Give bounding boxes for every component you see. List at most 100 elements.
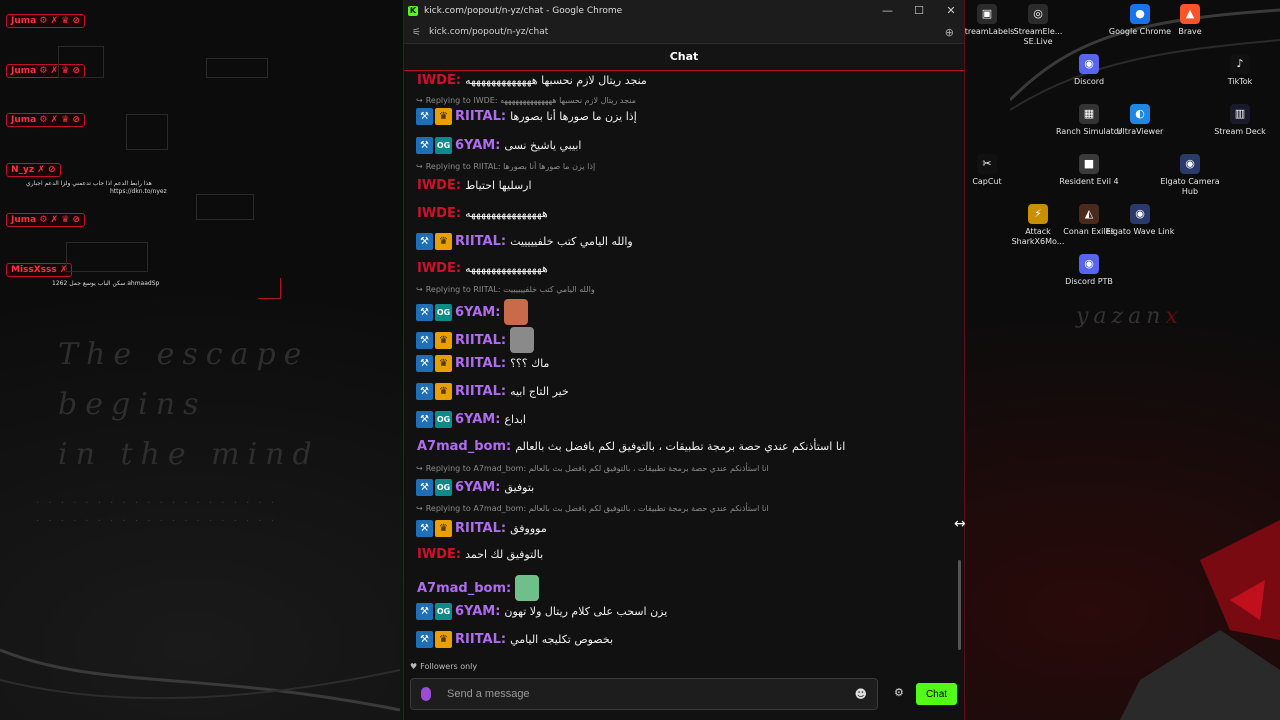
chat-send-button[interactable]: Chat: [916, 683, 957, 705]
chat-username[interactable]: RIITAL: [455, 521, 501, 536]
chat-message[interactable]: ⚒ ♛ RIITAL: إذا يزن ما صورها أنا بصورها: [416, 108, 940, 125]
crown-badge-icon[interactable]: ♛: [435, 355, 452, 372]
moderator-badge-icon[interactable]: ⚒: [416, 303, 433, 321]
og-badge-icon[interactable]: OG: [435, 137, 452, 154]
chat-message[interactable]: ⚒ OG 6YAM: بتوفيق: [416, 479, 940, 496]
desktop-icon-elgato-wave-link[interactable]: ◉ Elgato Wave Link: [1105, 204, 1175, 237]
og-badge-icon[interactable]: OG: [435, 603, 452, 620]
moderator-badge-icon[interactable]: ⚒: [416, 331, 433, 349]
emote-hand-icon[interactable]: [504, 299, 529, 325]
chat-username[interactable]: IWDE: [417, 73, 456, 88]
sketch-decoration: [58, 46, 104, 78]
chat-username[interactable]: A7mad_bom: [417, 439, 506, 454]
desktop-icon-resident-evil-4[interactable]: ■ Resident Evil 4: [1054, 154, 1124, 187]
chat-username[interactable]: 6YAM: [455, 305, 495, 320]
reply-context[interactable]: ↪ Replying to A7mad_bom: انا استأذنكم عند…: [416, 464, 769, 473]
site-settings-icon[interactable]: ⚟: [412, 27, 421, 38]
chat-message[interactable]: A7mad_bom:: [416, 575, 940, 601]
chat-message[interactable]: ⚒ ♛ RIITAL: بخصوص تكليجه اليامي: [416, 631, 940, 648]
desktop-icon-discord[interactable]: ◉ Discord: [1054, 54, 1124, 87]
chat-username[interactable]: RIITAL: [455, 109, 501, 124]
desktop-icon-tiktok[interactable]: ♪ TikTok: [1205, 54, 1275, 87]
chat-username[interactable]: RIITAL: [455, 333, 501, 348]
chat-message[interactable]: ⚒ OG 6YAM:: [416, 299, 940, 325]
chat-message[interactable]: IWDE: ارسليها احتياط: [416, 178, 940, 193]
desktop-icon-discord-ptb[interactable]: ◉ Discord PTB: [1054, 254, 1124, 287]
chat-username[interactable]: IWDE: [417, 178, 456, 193]
chat-message[interactable]: ⚒ ♛ RIITAL: خير التاج ابيه: [416, 383, 940, 400]
zoom-icon[interactable]: ⊕: [945, 26, 954, 39]
chat-message[interactable]: A7mad_bom: انا استأذنكم عندي حصة برمجة تط…: [416, 439, 940, 454]
moderator-badge-icon[interactable]: ⚒: [416, 631, 433, 648]
chat-username[interactable]: RIITAL: [455, 234, 501, 249]
close-icon[interactable]: ✕: [946, 4, 956, 17]
chat-message[interactable]: IWDE: هههههههههههههههه: [416, 261, 940, 276]
chat-username[interactable]: 6YAM: [455, 412, 495, 427]
moderator-badge-icon[interactable]: ⚒: [416, 383, 433, 400]
reply-context[interactable]: ↪ Replying to RIITAL: إذا يزن ما صورها أن…: [416, 162, 595, 171]
crown-badge-icon[interactable]: ♛: [435, 383, 452, 400]
chat-username[interactable]: RIITAL: [455, 632, 501, 647]
reply-context[interactable]: ↪ Replying to IWDE: منجد ريتال لازم نحسبه…: [416, 96, 636, 105]
moderator-badge-icon[interactable]: ⚒: [416, 479, 433, 496]
sketch-decoration: [66, 242, 148, 272]
reply-text: Replying to RIITAL: إذا يزن ما صورها أنا…: [425, 162, 596, 171]
chat-message[interactable]: ⚒ OG 6YAM: ابداع: [416, 411, 940, 428]
minimize-icon[interactable]: —: [882, 4, 893, 17]
desktop-icon-streamele-se-live[interactable]: ◎ StreamEle... SE.Live: [1003, 4, 1073, 47]
chat-username[interactable]: 6YAM: [455, 480, 495, 495]
chat-message[interactable]: ⚒ ♛ RIITAL:: [416, 327, 940, 353]
crown-badge-icon[interactable]: ♛: [435, 233, 452, 250]
chat-messages[interactable]: IWDE: منجد ريتال لازم نحسبها هههههههههههه…: [404, 70, 952, 660]
chat-username[interactable]: IWDE: [417, 547, 456, 562]
chat-username[interactable]: 6YAM: [455, 138, 495, 153]
desktop-icon-stream-deck[interactable]: ▥ Stream Deck: [1205, 104, 1275, 137]
moderator-badge-icon[interactable]: ⚒: [416, 520, 433, 537]
gear-icon[interactable]: ⚙: [894, 686, 904, 699]
chat-username[interactable]: IWDE: [417, 261, 456, 276]
emoji-icon[interactable]: ☻: [854, 687, 867, 701]
chat-message[interactable]: IWDE: هههههههههههههههه: [416, 206, 940, 221]
moderator-badge-icon[interactable]: ⚒: [416, 137, 433, 154]
chat-message[interactable]: ⚒ ♛ RIITAL: موووفق: [416, 520, 940, 537]
microphone-icon[interactable]: [421, 687, 431, 701]
chat-username[interactable]: 6YAM: [455, 604, 495, 619]
desktop-icon-brave[interactable]: ▲ Brave: [1155, 4, 1225, 37]
moderator-badge-icon[interactable]: ⚒: [416, 411, 433, 428]
og-badge-icon[interactable]: OG: [435, 411, 452, 428]
moderator-badge-icon[interactable]: ⚒: [416, 233, 433, 250]
reply-context[interactable]: ↪ Replying to A7mad_bom: انا استأذنكم عند…: [416, 504, 769, 513]
emote-green-icon[interactable]: [515, 575, 540, 601]
crown-badge-icon[interactable]: ♛: [435, 108, 452, 125]
og-badge-icon[interactable]: OG: [435, 303, 452, 321]
chat-username[interactable]: RIITAL: [455, 384, 501, 399]
chat-message[interactable]: ⚒ ♛ RIITAL: ماك ؟؟؟: [416, 355, 940, 372]
crown-badge-icon[interactable]: ♛: [435, 631, 452, 648]
reply-context[interactable]: ↪ Replying to RIITAL: والله اليامي كتب خل…: [416, 285, 595, 294]
crown-badge-icon[interactable]: ♛: [435, 520, 452, 537]
chat-username[interactable]: A7mad_bom: [417, 581, 506, 596]
chat-message[interactable]: ⚒ ♛ RIITAL: والله اليامي كتب خلفيييييت: [416, 233, 940, 250]
og-badge-icon[interactable]: OG: [435, 479, 452, 496]
desktop-icon-elgato-camera-hub[interactable]: ◉ Elgato Camera Hub: [1155, 154, 1225, 197]
chat-message[interactable]: ⚒ OG 6YAM: ابيبي ياشيخ نسى: [416, 137, 940, 154]
message-input[interactable]: [445, 687, 839, 701]
app-icon: ⚡: [1028, 204, 1048, 224]
chat-username[interactable]: RIITAL: [455, 356, 501, 371]
chat-message[interactable]: IWDE: منجد ريتال لازم نحسبها هههههههههههه…: [416, 73, 940, 88]
desktop-icon-ultraviewer[interactable]: ◐ UltraViewer: [1105, 104, 1175, 137]
maximize-icon[interactable]: ☐: [914, 4, 924, 17]
address-bar[interactable]: ⚟ kick.com/popout/n-yz/chat ⊕: [404, 21, 964, 44]
url-text[interactable]: kick.com/popout/n-yz/chat: [429, 27, 548, 37]
crown-badge-icon[interactable]: ♛: [435, 331, 452, 349]
moderator-badge-icon[interactable]: ⚒: [416, 108, 433, 125]
window-titlebar[interactable]: K kick.com/popout/n-yz/chat - Google Chr…: [404, 0, 964, 21]
emote-cat-icon[interactable]: [510, 327, 535, 353]
moderator-badge-icon[interactable]: ⚒: [416, 355, 433, 372]
chat-username[interactable]: IWDE: [417, 206, 456, 221]
chat-message[interactable]: IWDE: بالتوفيق لك احمد: [416, 547, 940, 562]
chat-scrollbar[interactable]: [958, 560, 961, 650]
message-input-box[interactable]: ☻: [410, 678, 878, 710]
moderator-badge-icon[interactable]: ⚒: [416, 603, 433, 620]
chat-message[interactable]: ⚒ OG 6YAM: يزن اسحب على كلام ريتال ولا تهون: [416, 603, 940, 620]
